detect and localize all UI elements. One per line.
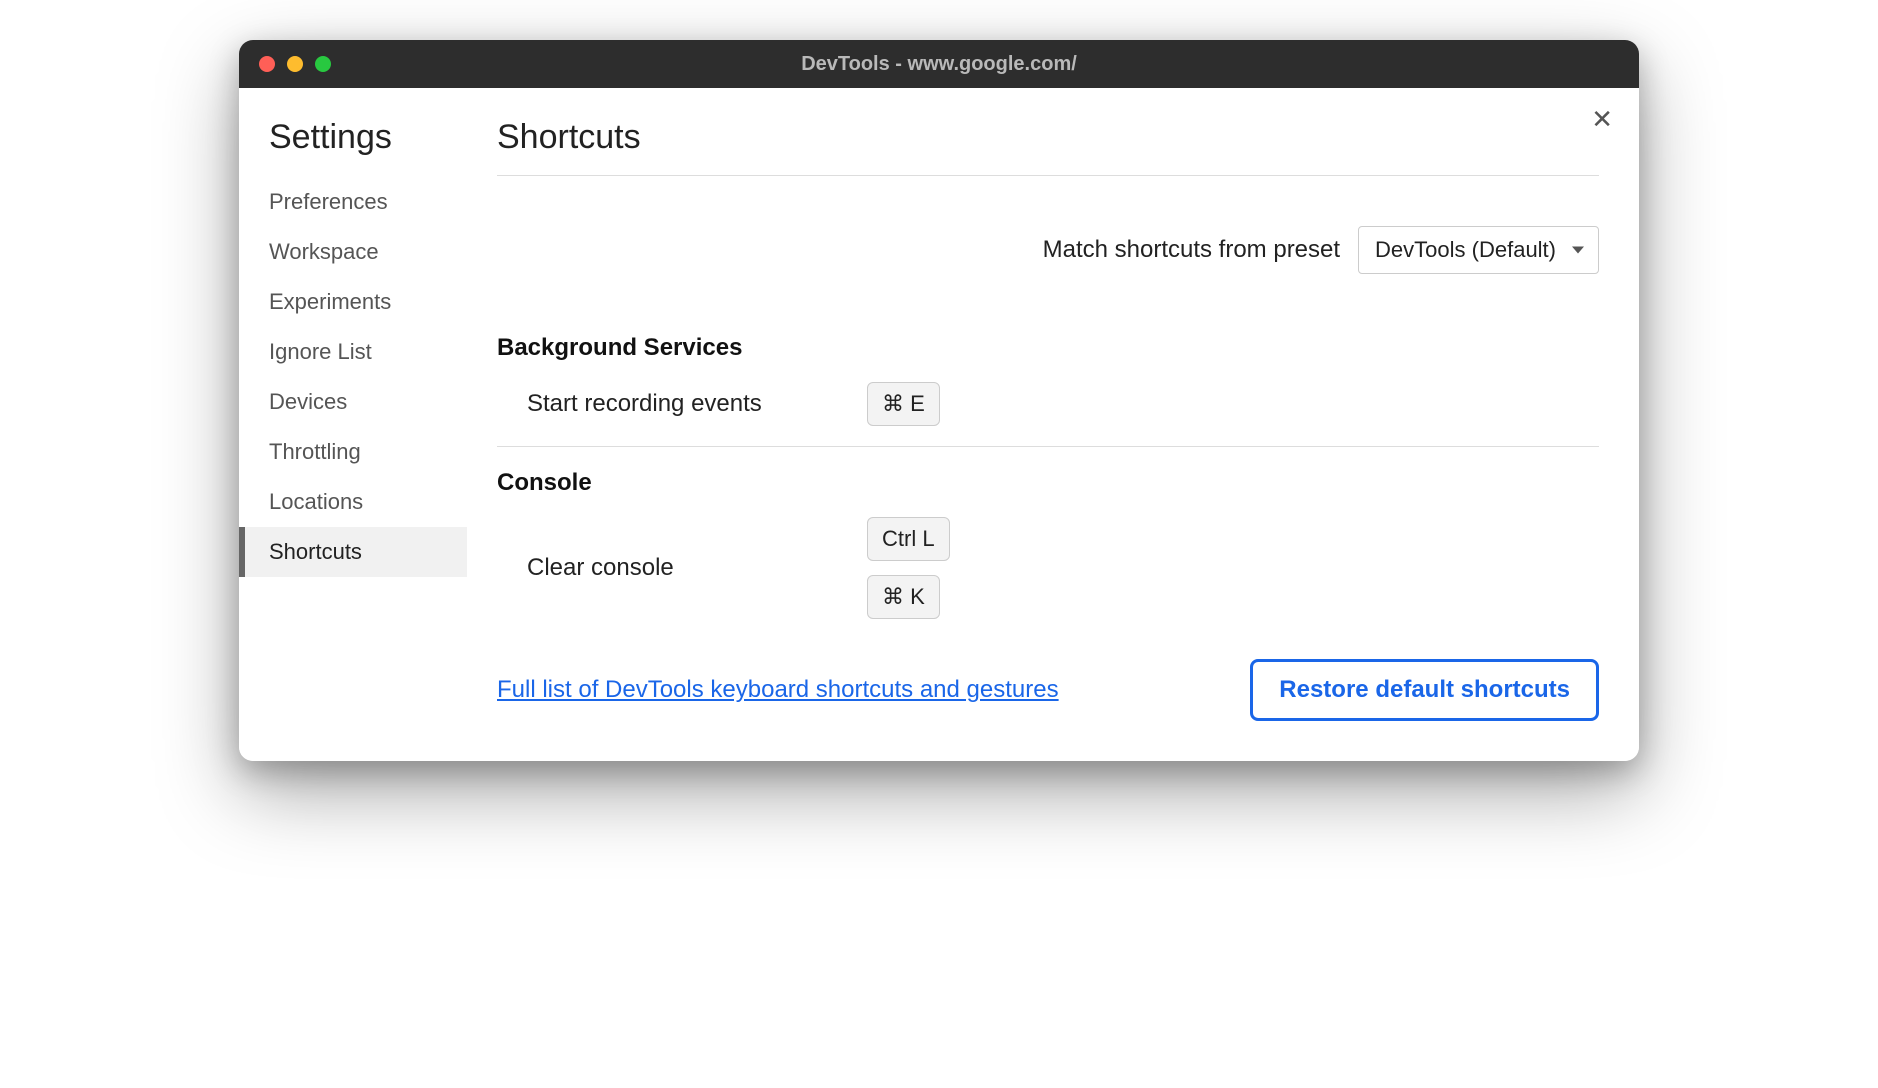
- key-badge: ⌘ K: [867, 575, 940, 619]
- close-icon[interactable]: ✕: [1591, 106, 1613, 132]
- key-badge: ⌘ E: [867, 382, 940, 426]
- titlebar: DevTools - www.google.com/: [239, 40, 1639, 88]
- sidebar-item-experiments[interactable]: Experiments: [239, 277, 467, 327]
- shortcut-label: Clear console: [527, 554, 867, 582]
- preset-select[interactable]: DevTools (Default): [1358, 226, 1599, 274]
- section-title: Console: [497, 469, 1599, 497]
- chevron-down-icon: [1572, 247, 1584, 254]
- preset-select-value: DevTools (Default): [1375, 237, 1556, 263]
- divider: [497, 175, 1599, 176]
- shortcut-keys: Ctrl L ⌘ K: [867, 517, 950, 619]
- maximize-window-button[interactable]: [315, 56, 331, 72]
- restore-defaults-button[interactable]: Restore default shortcuts: [1250, 659, 1599, 721]
- preset-label: Match shortcuts from preset: [1043, 236, 1340, 264]
- section-console: Console Clear console Ctrl L ⌘ K: [497, 469, 1599, 619]
- shortcut-keys: ⌘ E: [867, 382, 940, 426]
- divider: [497, 446, 1599, 447]
- sidebar-item-devices[interactable]: Devices: [239, 377, 467, 427]
- sidebar-title: Settings: [239, 118, 467, 157]
- settings-main: Shortcuts Match shortcuts from preset De…: [467, 88, 1639, 761]
- footer-row: Full list of DevTools keyboard shortcuts…: [497, 659, 1599, 721]
- close-window-button[interactable]: [259, 56, 275, 72]
- sidebar-item-locations[interactable]: Locations: [239, 477, 467, 527]
- sidebar-item-ignore-list[interactable]: Ignore List: [239, 327, 467, 377]
- traffic-lights: [259, 56, 331, 72]
- shortcut-row-clear-console: Clear console Ctrl L ⌘ K: [497, 517, 1599, 619]
- window-title: DevTools - www.google.com/: [239, 53, 1639, 76]
- shortcut-row-start-recording: Start recording events ⌘ E: [497, 382, 1599, 426]
- shortcut-label: Start recording events: [527, 390, 867, 418]
- settings-body: ✕ Settings Preferences Workspace Experim…: [239, 88, 1639, 761]
- page-title: Shortcuts: [497, 118, 1599, 157]
- key-badge: Ctrl L: [867, 517, 950, 561]
- sidebar-item-preferences[interactable]: Preferences: [239, 177, 467, 227]
- sidebar-item-workspace[interactable]: Workspace: [239, 227, 467, 277]
- sidebar-item-throttling[interactable]: Throttling: [239, 427, 467, 477]
- minimize-window-button[interactable]: [287, 56, 303, 72]
- preset-row: Match shortcuts from preset DevTools (De…: [497, 226, 1599, 274]
- app-window: DevTools - www.google.com/ ✕ Settings Pr…: [239, 40, 1639, 761]
- settings-sidebar: Settings Preferences Workspace Experimen…: [239, 88, 467, 761]
- section-title: Background Services: [497, 334, 1599, 362]
- full-shortcut-list-link[interactable]: Full list of DevTools keyboard shortcuts…: [497, 676, 1059, 704]
- sidebar-item-shortcuts[interactable]: Shortcuts: [239, 527, 467, 577]
- section-background-services: Background Services Start recording even…: [497, 334, 1599, 426]
